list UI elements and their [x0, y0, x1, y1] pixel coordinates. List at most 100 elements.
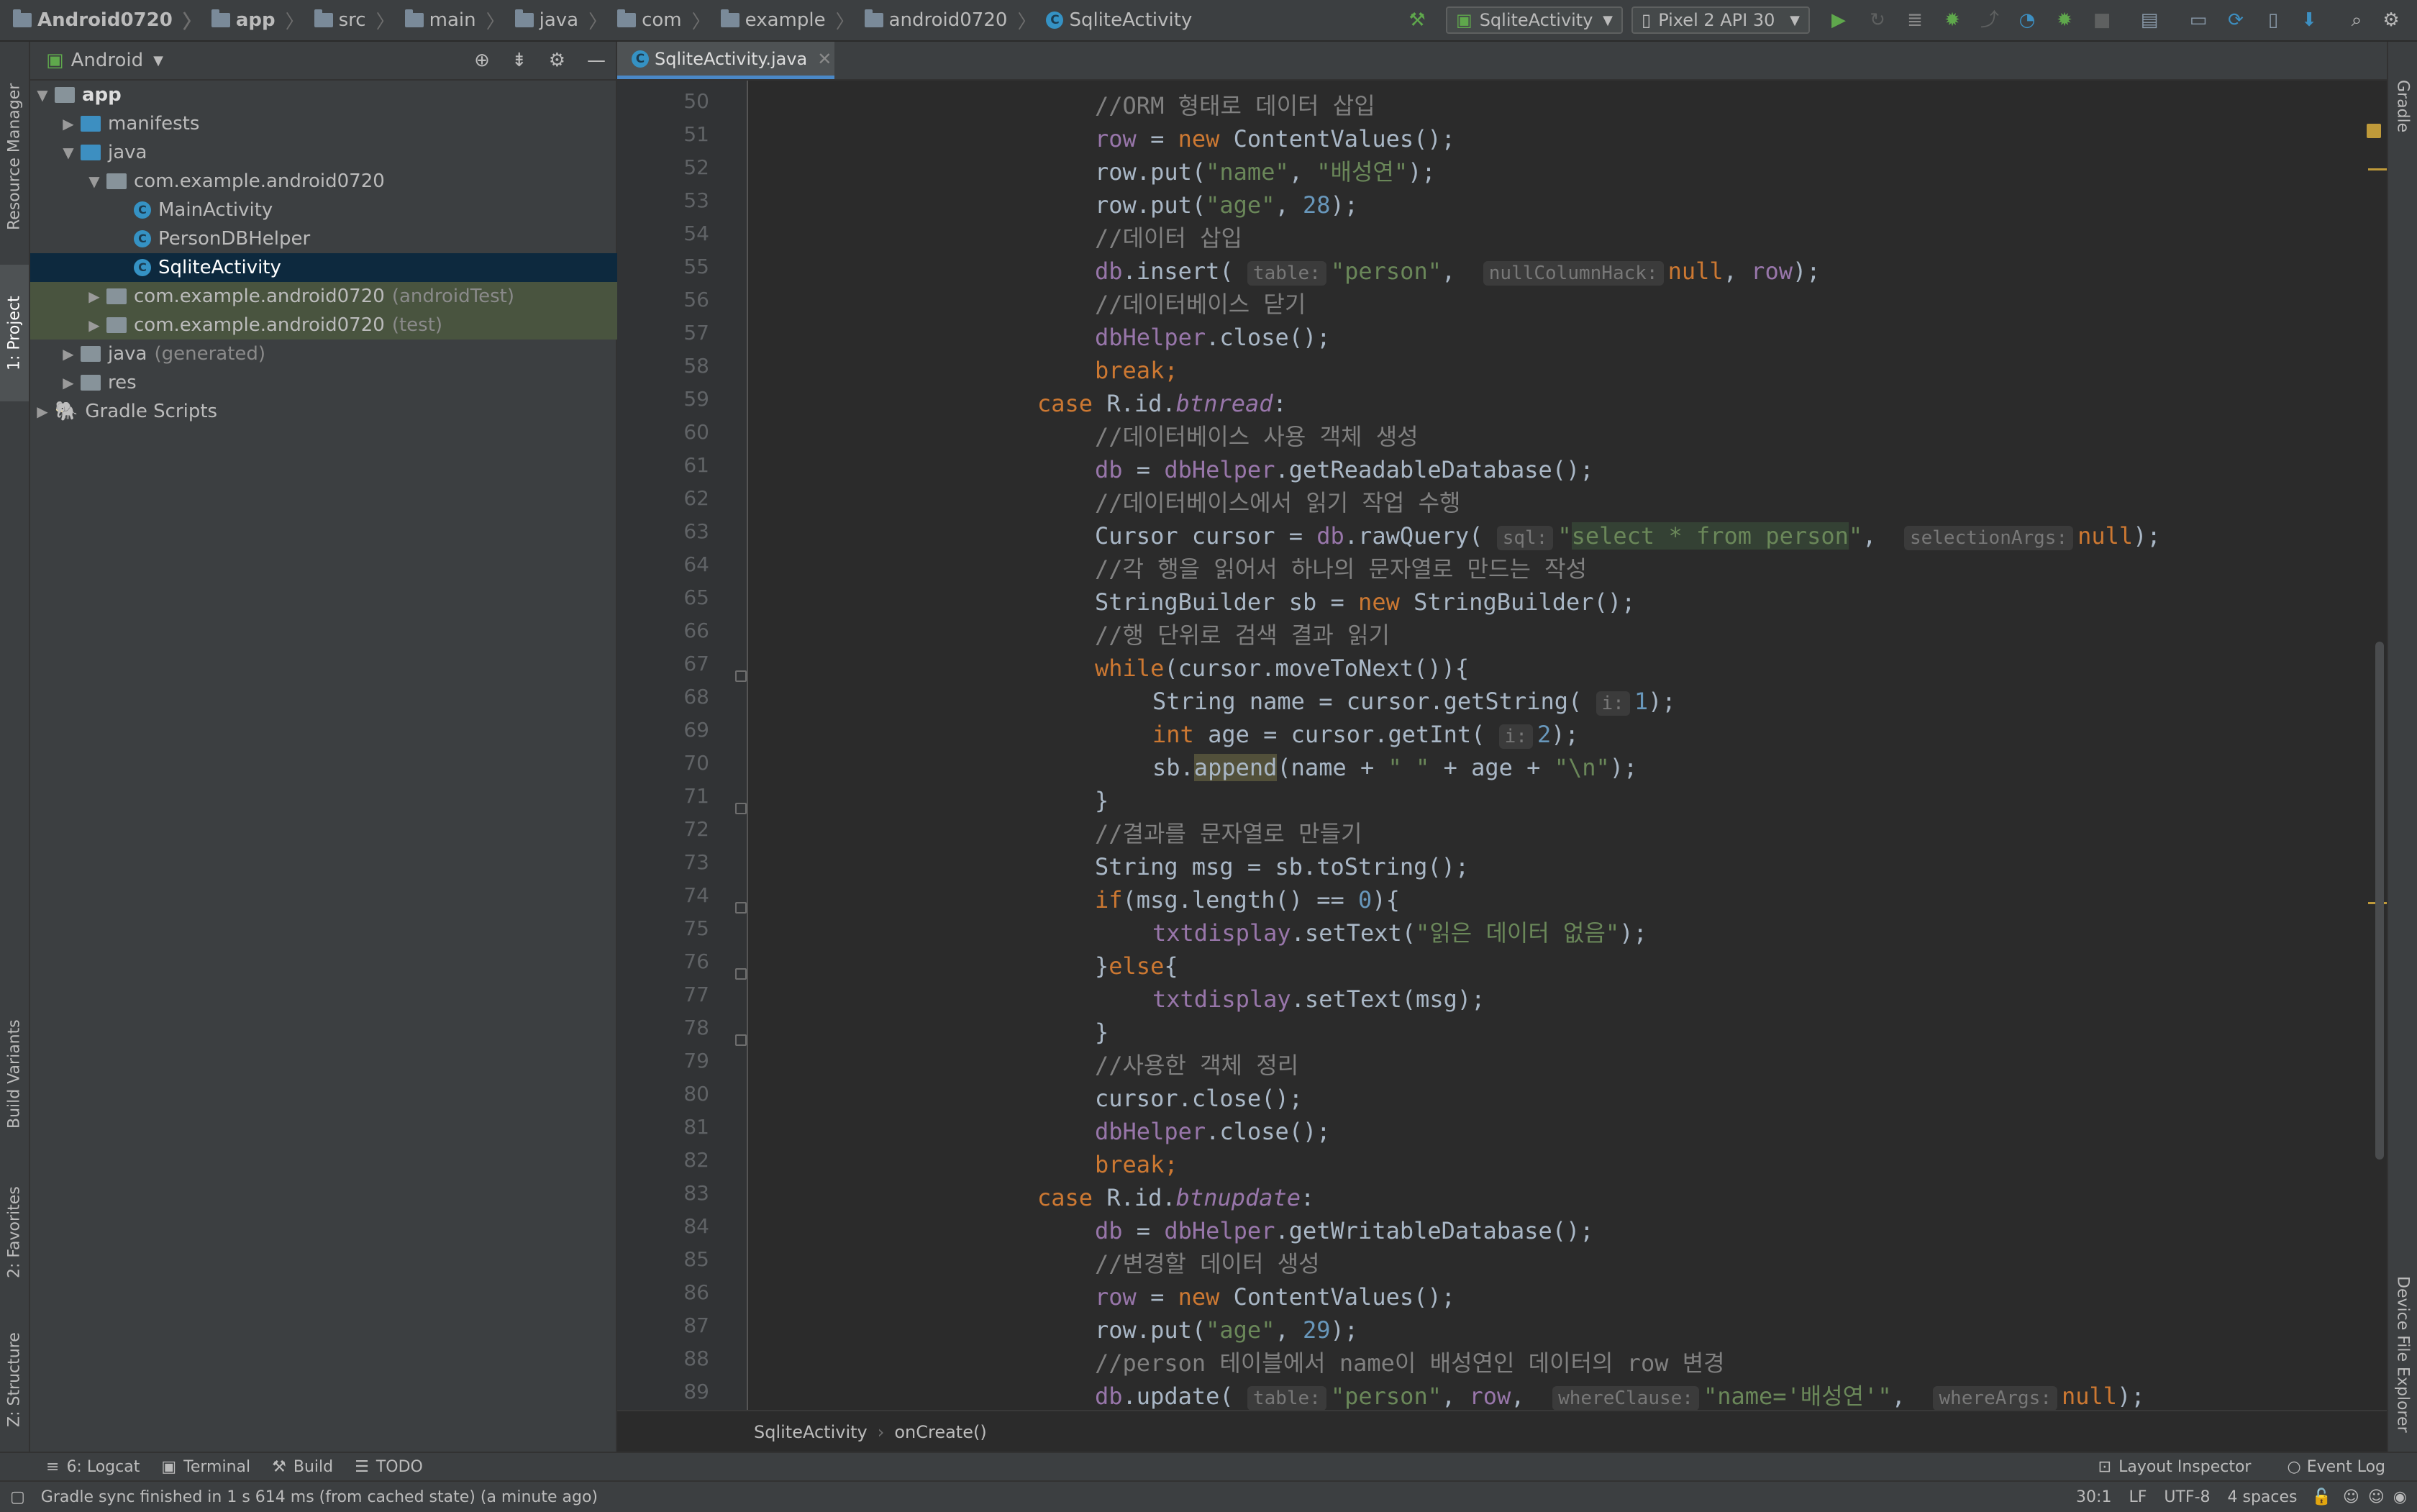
- tool-windows-toggle-icon[interactable]: ▢: [10, 1488, 25, 1506]
- lock-icon[interactable]: 🔓: [2312, 1488, 2331, 1506]
- warning-marker-icon[interactable]: [2367, 124, 2381, 138]
- occurrence-marker[interactable]: [2368, 168, 2387, 170]
- fold-marker-icon[interactable]: [735, 1034, 747, 1046]
- breadcrumb-project[interactable]: Android0720 〉: [13, 7, 201, 34]
- device-select[interactable]: ▯ Pixel 2 API 30 ▼: [1631, 6, 1810, 34]
- sdk-manager-icon[interactable]: ⬇: [2299, 10, 2319, 30]
- tree-item-manifests[interactable]: ▶ manifests: [30, 109, 646, 138]
- list-icon: ☰: [355, 1457, 369, 1476]
- apply-code-changes-icon[interactable]: ≣: [1905, 10, 1925, 30]
- tool-event-log[interactable]: ○ Event Log: [2287, 1458, 2385, 1476]
- close-icon[interactable]: ✕: [817, 49, 832, 69]
- collapse-all-icon[interactable]: ⇟: [511, 50, 527, 71]
- code-token: "age": [1206, 1316, 1275, 1344]
- tree-item-sqliteactivity[interactable]: C SqliteActivity: [30, 253, 719, 282]
- debug-icon[interactable]: ✹: [1942, 10, 1962, 30]
- view-mode-select[interactable]: Android: [71, 50, 144, 71]
- profile-icon[interactable]: ◔: [2017, 10, 2037, 30]
- stop-icon[interactable]: ■: [2092, 10, 2112, 30]
- attach-debugger-icon[interactable]: ⤴: [1980, 10, 2000, 30]
- fold-marker-icon[interactable]: [735, 670, 747, 682]
- fold-marker-icon[interactable]: [735, 902, 747, 914]
- tab-gradle[interactable]: Gradle: [2388, 56, 2417, 157]
- collapse-arrow-icon[interactable]: ▶: [60, 345, 76, 363]
- breadcrumb-class[interactable]: SqliteActivity: [754, 1422, 868, 1442]
- tab-structure[interactable]: Z: Structure: [0, 1308, 29, 1452]
- tool-logcat[interactable]: ≡ 6: Logcat: [46, 1458, 140, 1476]
- device-label: Pixel 2 API 30: [1658, 10, 1775, 30]
- line-separator[interactable]: LF: [2129, 1488, 2147, 1506]
- breadcrumb-src[interactable]: src 〉: [314, 7, 395, 34]
- hammer-build-icon[interactable]: ⚒: [1407, 10, 1427, 30]
- tree-item-mainactivity[interactable]: C MainActivity: [30, 196, 719, 224]
- tree-item-java[interactable]: ▼ java: [30, 138, 646, 167]
- fold-marker-icon[interactable]: [735, 968, 747, 980]
- run-icon[interactable]: ▶: [1829, 10, 1849, 30]
- smiley-icon[interactable]: ☺: [2368, 1488, 2385, 1506]
- settings-icon[interactable]: ⚙: [2381, 10, 2401, 30]
- expand-arrow-icon[interactable]: ▼: [60, 144, 76, 161]
- tree-item-test-package[interactable]: ▶ com.example.android0720 (test): [30, 311, 672, 340]
- breadcrumb-main[interactable]: main 〉: [404, 7, 505, 34]
- notifications-icon[interactable]: ◉: [2393, 1488, 2407, 1506]
- tool-terminal[interactable]: ▣ Terminal: [161, 1458, 250, 1476]
- tab-project[interactable]: 1: Project: [0, 265, 29, 401]
- tree-item-java-generated[interactable]: ▶ java (generated): [30, 340, 646, 368]
- run-configuration-select[interactable]: ▣ SqliteActivity ▼: [1446, 6, 1623, 34]
- tree-item-app[interactable]: ▼ app: [30, 81, 620, 109]
- collapse-arrow-icon[interactable]: ▶: [35, 403, 50, 420]
- code-line-55: db.insert( table: "person", nullColumnHac…: [1095, 255, 1821, 288]
- hide-icon[interactable]: —: [587, 50, 606, 71]
- tool-layout-inspector[interactable]: ⊡ Layout Inspector: [2098, 1458, 2252, 1476]
- device-manager-icon[interactable]: ▯: [2263, 10, 2283, 30]
- collapse-arrow-icon[interactable]: ▶: [60, 115, 76, 132]
- tool-label: 6: Logcat: [66, 1457, 140, 1476]
- tab-favorites[interactable]: 2: Favorites: [0, 1142, 29, 1322]
- gear-icon[interactable]: ⚙: [549, 50, 565, 71]
- code-token: "배성연": [1316, 158, 1408, 186]
- apply-changes-icon[interactable]: ↻: [1867, 10, 1888, 30]
- debug-attach-icon[interactable]: ✹: [2054, 10, 2075, 30]
- tree-item-gradle-scripts[interactable]: ▶ 🐘 Gradle Scripts: [30, 397, 620, 426]
- code-token: );: [1330, 191, 1359, 219]
- collapse-arrow-icon[interactable]: ▶: [86, 288, 102, 305]
- breadcrumb-app[interactable]: app 〉: [211, 7, 304, 34]
- breadcrumb-method[interactable]: onCreate(): [894, 1422, 986, 1442]
- breadcrumb-class[interactable]: C SqliteActivity: [1046, 9, 1192, 31]
- collapse-arrow-icon[interactable]: ▶: [60, 374, 76, 391]
- breadcrumb-example[interactable]: example 〉: [720, 7, 855, 34]
- indent-setting[interactable]: 4 spaces: [2228, 1488, 2298, 1506]
- code-token: null: [1667, 258, 1724, 285]
- status-message[interactable]: Gradle sync finished in 1 s 614 ms (from…: [41, 1488, 598, 1506]
- breadcrumb-android0720[interactable]: android0720 〉: [864, 7, 1036, 34]
- sync-gradle-icon[interactable]: ⟳: [2226, 10, 2246, 30]
- search-icon[interactable]: ⌕: [2347, 10, 2367, 30]
- fold-marker-icon[interactable]: [735, 803, 747, 814]
- expand-arrow-icon[interactable]: ▼: [35, 86, 50, 104]
- error-stripe[interactable]: [2358, 81, 2387, 1408]
- vertical-scrollbar[interactable]: [2375, 642, 2384, 1160]
- avd-manager-icon[interactable]: ▭: [2188, 10, 2208, 30]
- tool-todo[interactable]: ☰ TODO: [355, 1458, 423, 1476]
- project-structure-icon[interactable]: ▤: [2139, 10, 2159, 30]
- tree-item-res[interactable]: ▶ res: [30, 368, 646, 397]
- file-encoding[interactable]: UTF-8: [2164, 1488, 2210, 1506]
- expand-arrow-icon[interactable]: ▼: [86, 173, 102, 190]
- tab-sqliteactivity-java[interactable]: C SqliteActivity.java ✕: [617, 42, 834, 79]
- tree-item-androidtest-package[interactable]: ▶ com.example.android0720 (androidTest): [30, 282, 672, 311]
- locate-icon[interactable]: ⊕: [474, 50, 490, 71]
- breadcrumb-com[interactable]: com 〉: [617, 7, 711, 34]
- tool-build[interactable]: ⚒ Build: [272, 1458, 333, 1476]
- chevron-down-icon[interactable]: ▼: [153, 53, 163, 68]
- caret-position[interactable]: 30:1: [2076, 1488, 2111, 1506]
- code-token: dbHelper: [1164, 456, 1275, 483]
- collapse-arrow-icon[interactable]: ▶: [86, 316, 102, 334]
- smiley-icon[interactable]: ☺: [2343, 1488, 2359, 1506]
- tree-item-persondbhelper[interactable]: C PersonDBHelper: [30, 224, 719, 253]
- tree-label: MainActivity: [158, 199, 273, 221]
- breadcrumb-java[interactable]: java 〉: [514, 7, 607, 34]
- tab-resource-manager[interactable]: Resource Manager: [0, 56, 29, 258]
- tree-item-package[interactable]: ▼ com.example.android0720: [30, 167, 672, 196]
- tab-device-file-explorer[interactable]: Device File Explorer: [2388, 1236, 2417, 1473]
- parameter-hint: nullColumnHack:: [1483, 261, 1664, 286]
